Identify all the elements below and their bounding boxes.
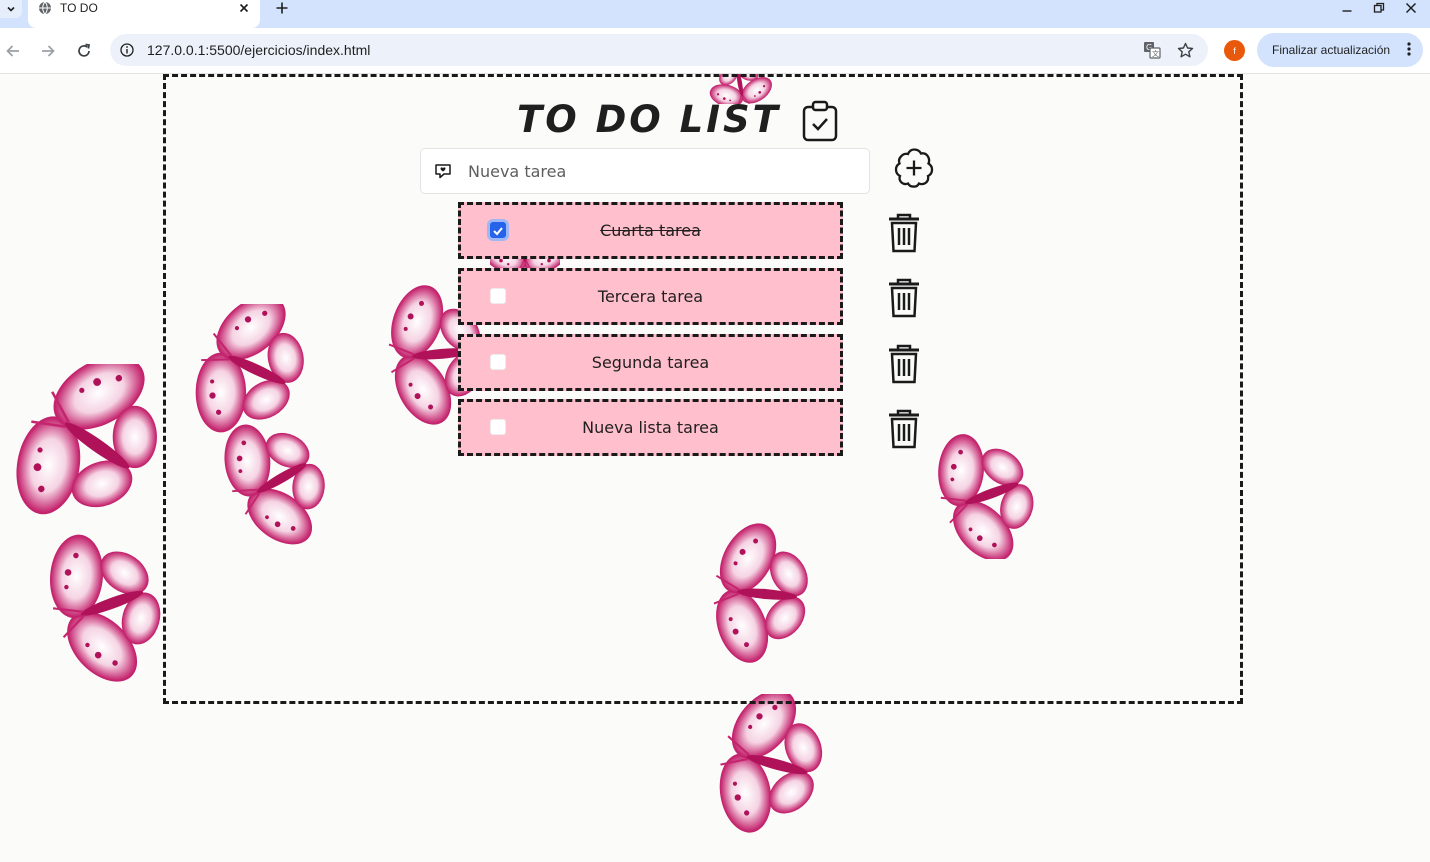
tab-title: TO DO bbox=[60, 1, 98, 15]
translate-icon: G文 bbox=[1144, 42, 1161, 59]
minimize-button[interactable] bbox=[1335, 0, 1359, 16]
info-icon bbox=[120, 43, 134, 57]
trash-icon bbox=[889, 344, 919, 384]
arrow-right-icon bbox=[42, 45, 55, 57]
reload-icon bbox=[78, 43, 90, 57]
chevron-down-icon bbox=[7, 6, 15, 12]
arrow-left-icon bbox=[6, 45, 19, 57]
check-icon bbox=[493, 227, 503, 236]
update-button[interactable]: Finalizar actualización bbox=[1257, 33, 1423, 67]
new-task-input[interactable] bbox=[468, 161, 848, 181]
minimize-icon bbox=[1342, 10, 1352, 12]
new-task-field bbox=[420, 148, 870, 194]
back-button[interactable] bbox=[2, 40, 24, 62]
task-checkbox[interactable] bbox=[490, 288, 506, 304]
close-icon bbox=[1405, 2, 1417, 14]
page-title: TO DO LIST bbox=[517, 97, 781, 141]
plus-icon bbox=[276, 2, 288, 14]
restore-button[interactable] bbox=[1367, 0, 1391, 16]
more-vert-icon bbox=[1407, 42, 1411, 56]
site-info-button[interactable] bbox=[117, 40, 137, 60]
header: TO DO LIST bbox=[517, 96, 839, 142]
update-button-label: Finalizar actualización bbox=[1272, 43, 1391, 57]
translate-button[interactable]: G文 bbox=[1142, 40, 1162, 60]
toolbar: 127.0.0.1:5500/ejercicios/index.html G文 … bbox=[0, 28, 1430, 74]
delete-task-button[interactable] bbox=[884, 276, 924, 320]
task-label: Segunda tarea bbox=[591, 353, 710, 372]
profile-avatar[interactable]: f bbox=[1224, 40, 1245, 61]
task-label: Nueva lista tarea bbox=[582, 418, 719, 437]
new-tab-button[interactable] bbox=[272, 0, 292, 16]
task-item: Tercera tarea bbox=[458, 268, 843, 325]
butterfly-decoration bbox=[693, 694, 848, 844]
url-text: 127.0.0.1:5500/ejercicios/index.html bbox=[147, 42, 371, 58]
star-icon bbox=[1177, 42, 1193, 57]
tab-strip: TO DO bbox=[0, 0, 1430, 28]
svg-text:文: 文 bbox=[1152, 49, 1159, 58]
trash-icon bbox=[889, 278, 919, 318]
trash-icon bbox=[889, 409, 919, 449]
delete-task-button[interactable] bbox=[884, 211, 924, 255]
restore-icon bbox=[1373, 2, 1385, 13]
add-task-button[interactable] bbox=[892, 146, 936, 190]
task-label: Cuarta tarea bbox=[600, 221, 701, 240]
reload-button[interactable] bbox=[73, 40, 95, 62]
delete-task-button[interactable] bbox=[884, 342, 924, 386]
comment-icon bbox=[434, 163, 454, 179]
trash-icon bbox=[889, 213, 919, 253]
address-bar[interactable]: 127.0.0.1:5500/ejercicios/index.html G文 bbox=[110, 34, 1208, 66]
close-icon[interactable] bbox=[238, 2, 250, 14]
add-circle-icon bbox=[894, 148, 934, 188]
task-checkbox[interactable] bbox=[490, 419, 506, 435]
task-label: Tercera tarea bbox=[597, 287, 704, 306]
forward-button[interactable] bbox=[37, 40, 59, 62]
delete-task-button[interactable] bbox=[884, 407, 924, 451]
task-item: Segunda tarea bbox=[458, 334, 843, 391]
task-checkbox[interactable] bbox=[490, 222, 506, 238]
tab-search-button[interactable] bbox=[0, 0, 22, 18]
task-item: Nueva lista tarea bbox=[458, 399, 843, 456]
browser-tab[interactable]: TO DO bbox=[28, 0, 260, 28]
bookmark-button[interactable] bbox=[1175, 40, 1195, 60]
page-content: TO DO LIST Cuarta tarea Tercera tarea bbox=[0, 74, 1430, 862]
task-checkbox[interactable] bbox=[490, 354, 506, 370]
butterfly-decoration bbox=[35, 514, 175, 694]
globe-icon bbox=[39, 1, 51, 15]
clipboard-check-icon bbox=[802, 100, 838, 142]
close-window-button[interactable] bbox=[1399, 0, 1423, 16]
task-item: Cuarta tarea bbox=[458, 202, 843, 259]
